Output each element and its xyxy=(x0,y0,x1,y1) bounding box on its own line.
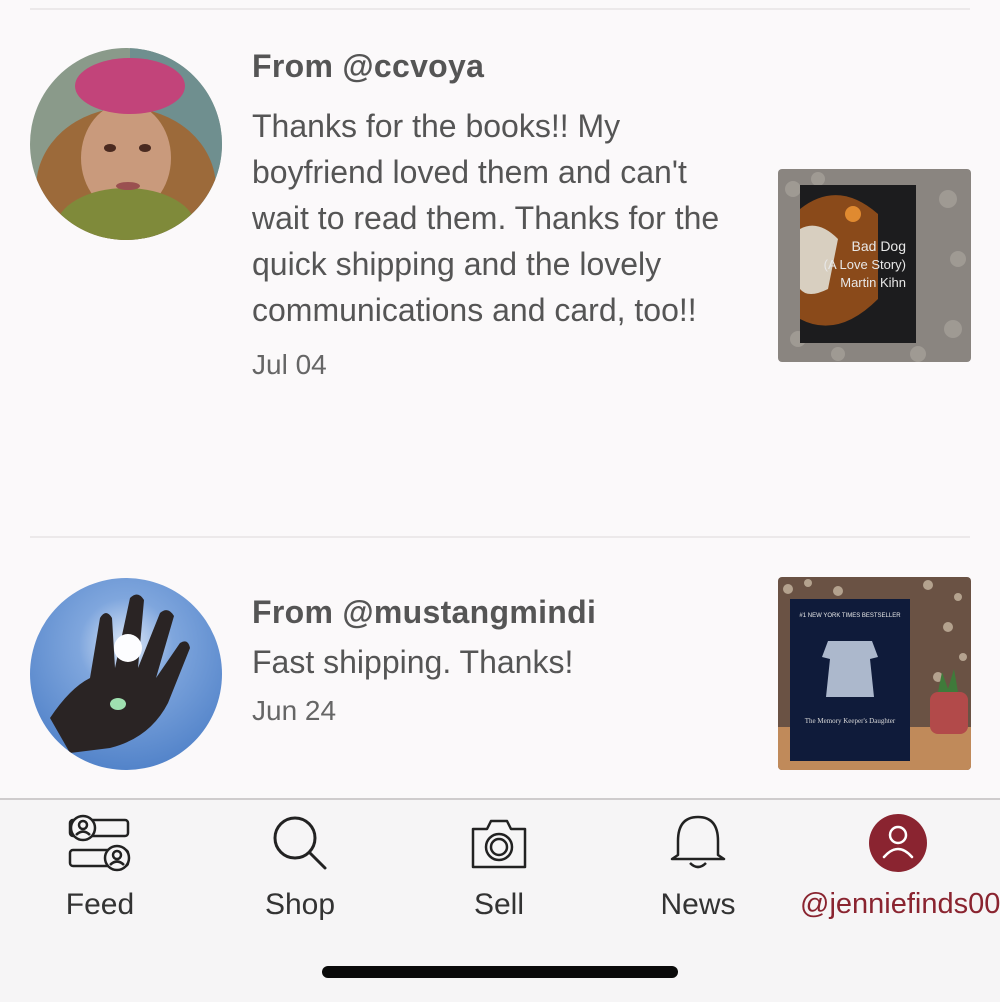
tab-profile[interactable]: @jenniefinds007 xyxy=(800,812,1000,921)
bell-icon xyxy=(670,815,726,869)
review-date: Jul 04 xyxy=(252,349,327,380)
tab-label: Feed xyxy=(65,888,135,921)
tab-label: Sell xyxy=(473,888,525,921)
feed-icon xyxy=(68,814,131,872)
home-indicator[interactable] xyxy=(322,966,678,978)
review-author[interactable]: From @ccvoya xyxy=(252,48,752,85)
tab-label: News xyxy=(660,888,736,921)
review-message: Thanks for the books!! My boyfriend love… xyxy=(252,108,720,328)
profile-icon xyxy=(869,814,927,872)
camera-icon xyxy=(471,819,527,869)
tab-sell[interactable]: Sell xyxy=(429,812,569,922)
top-divider xyxy=(30,8,970,10)
tab-shop[interactable]: Shop xyxy=(230,812,370,922)
book-banner: #1 NEW YORK TIMES BESTSELLER xyxy=(799,613,901,619)
review-author[interactable]: From @mustangmindi xyxy=(252,594,752,631)
tab-label: Shop xyxy=(264,888,336,921)
avatar[interactable] xyxy=(30,48,222,240)
book-author: Martin Kihn xyxy=(840,275,906,290)
search-icon xyxy=(273,816,327,870)
tab-news[interactable]: News xyxy=(628,812,768,922)
book-title: Bad Dog xyxy=(852,238,906,254)
review-message: Fast shipping. Thanks! xyxy=(252,644,574,680)
avatar[interactable] xyxy=(30,578,222,770)
book-title: The Memory Keeper's Daughter xyxy=(805,717,896,725)
listing-thumbnail[interactable]: #1 NEW YORK TIMES BESTSELLER The Memory … xyxy=(778,577,971,770)
listing-thumbnail[interactable]: Bad Dog (A Love Story) Martin Kihn xyxy=(778,169,971,362)
tab-feed[interactable]: Feed xyxy=(30,812,170,922)
book-subtitle: (A Love Story) xyxy=(824,257,906,272)
review-divider xyxy=(30,536,970,538)
review-date: Jun 24 xyxy=(252,695,337,726)
tab-label: @jenniefinds007 xyxy=(800,888,1000,920)
